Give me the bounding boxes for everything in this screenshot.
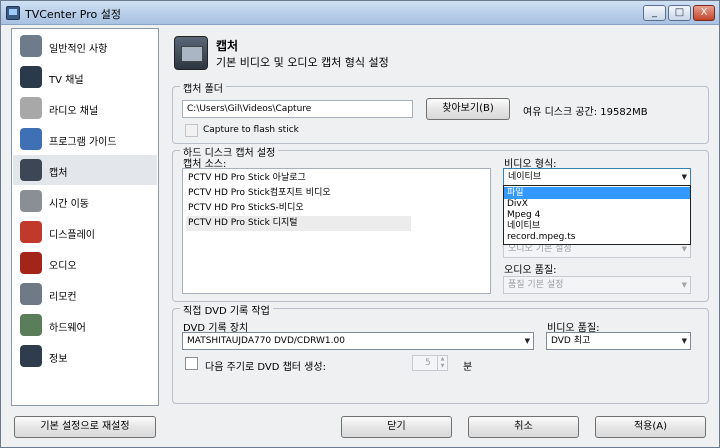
chapter-unit-label: 분 bbox=[463, 362, 473, 373]
sidebar-item-label: 라디오 채널 bbox=[49, 106, 99, 117]
free-disk-space: 여유 디스크 공간: 19582MB bbox=[523, 107, 648, 118]
sidebar-item-label: 리모컨 bbox=[49, 292, 77, 303]
timeshift-icon bbox=[20, 190, 42, 212]
list-item[interactable]: PCTV HD Pro Stick 디지털 bbox=[186, 216, 411, 231]
capture-icon bbox=[174, 36, 208, 70]
browse-button[interactable]: 찾아보기(B) bbox=[426, 98, 510, 120]
page-subtitle: 기본 비디오 및 오디오 캡처 형식 설정 bbox=[216, 56, 389, 69]
sidebar-item-audio[interactable]: 오디오 bbox=[13, 248, 157, 278]
sidebar-item-label: 하드웨어 bbox=[49, 323, 86, 334]
chapter-interval-value: 5 bbox=[425, 358, 431, 368]
dropdown-option[interactable]: record.mpeg.ts bbox=[504, 231, 690, 243]
sidebar-item-settings[interactable]: 일반적인 사항 bbox=[13, 31, 157, 61]
sidebar-item-guide[interactable]: 프로그램 가이드 bbox=[13, 124, 157, 154]
tv-icon bbox=[20, 66, 42, 88]
audio-quality-label: 오디오 품질: bbox=[504, 265, 557, 276]
close-button[interactable]: 닫기 bbox=[341, 416, 452, 438]
app-icon bbox=[6, 6, 20, 20]
sidebar-item-display[interactable]: 디스플레이 bbox=[13, 217, 157, 247]
hardware-icon bbox=[20, 314, 42, 336]
page-header: 캡처 기본 비디오 및 오디오 캡처 형식 설정 bbox=[172, 34, 709, 76]
video-quality-value: 오디오 기본 설정 bbox=[508, 244, 572, 254]
list-item[interactable]: PCTV HD Pro Stick 아날로그 bbox=[186, 171, 411, 186]
sidebar-item-radio[interactable]: 라디오 채널 bbox=[13, 93, 157, 123]
settings-icon bbox=[20, 35, 42, 57]
info-icon bbox=[20, 345, 42, 367]
sidebar-item-label: 프로그램 가이드 bbox=[49, 137, 117, 148]
sidebar-item-remote[interactable]: 리모컨 bbox=[13, 279, 157, 309]
sidebar-item-label: 시간 이동 bbox=[49, 199, 89, 210]
guide-icon bbox=[20, 128, 42, 150]
dvd-quality-select[interactable]: DVD 최고 ▼ bbox=[546, 332, 691, 350]
window-title: TVCenter Pro 설정 bbox=[25, 8, 121, 21]
capture-icon bbox=[20, 159, 42, 181]
close-window-button[interactable]: X bbox=[693, 5, 715, 21]
minimize-button[interactable]: _ bbox=[643, 5, 666, 21]
settings-sidebar: 일반적인 사항 TV 채널라디오 채널프로그램 가이드캡처시간 이동디스플레이오디… bbox=[11, 28, 159, 406]
sidebar-item-timeshift[interactable]: 시간 이동 bbox=[13, 186, 157, 216]
chevron-down-icon: ▼ bbox=[681, 337, 687, 345]
dvd-device-select[interactable]: MATSHITAUJDA770 DVD/CDRW1.00 ▼ bbox=[182, 332, 534, 350]
sidebar-item-label: 오디오 bbox=[49, 261, 77, 272]
apply-button[interactable]: 적용(A) bbox=[595, 416, 706, 438]
dvd-quality-value: DVD 최고 bbox=[551, 336, 591, 346]
dvd-burn-legend: 직접 DVD 기록 작업 bbox=[180, 302, 273, 317]
sidebar-item-label: TV 채널 bbox=[49, 75, 84, 86]
remote-icon bbox=[20, 283, 42, 305]
cancel-button[interactable]: 취소 bbox=[468, 416, 579, 438]
audio-quality-value: 품질 기본 설정 bbox=[508, 280, 564, 290]
sidebar-item-hardware[interactable]: 하드웨어 bbox=[13, 310, 157, 340]
sidebar-item-label: 캡처 bbox=[49, 168, 68, 179]
audio-icon bbox=[20, 252, 42, 274]
dvd-chapter-label: 다음 주기로 DVD 챕터 생성: bbox=[205, 362, 326, 373]
sidebar-item-info[interactable]: 정보 bbox=[13, 341, 157, 371]
maximize-button[interactable]: □ bbox=[668, 5, 691, 21]
audio-quality-select[interactable]: 품질 기본 설정 ▼ bbox=[503, 276, 691, 294]
video-format-select[interactable]: 네이티브 ▼ bbox=[503, 168, 691, 186]
sidebar-item-label: 디스플레이 bbox=[49, 230, 95, 241]
chapter-interval-stepper[interactable]: 5 ▲ ▼ bbox=[412, 355, 448, 371]
sidebar-item-label: 일반적인 사항 bbox=[49, 44, 108, 55]
page-title: 캡처 bbox=[216, 39, 239, 53]
dvd-chapter-checkbox[interactable] bbox=[185, 357, 198, 370]
chevron-down-icon: ▼ bbox=[524, 337, 530, 345]
capture-source-list[interactable]: PCTV HD Pro Stick 아날로그 PCTV HD Pro Stick컴… bbox=[182, 168, 491, 294]
title-bar[interactable]: TVCenter Pro 설정 _ □ X bbox=[1, 1, 719, 25]
list-item[interactable]: PCTV HD Pro Stick컴포지트 비디오 bbox=[186, 186, 411, 201]
video-format-value: 네이티브 bbox=[508, 172, 542, 182]
flash-stick-label: Capture to flash stick bbox=[203, 125, 299, 135]
dvd-device-value: MATSHITAUJDA770 DVD/CDRW1.00 bbox=[187, 336, 345, 346]
capture-folder-legend: 캡처 폴더 bbox=[180, 80, 226, 95]
sidebar-item-tv[interactable]: TV 채널 bbox=[13, 62, 157, 92]
reset-defaults-button[interactable]: 기본 설정으로 재설정 bbox=[14, 416, 156, 438]
sidebar-item-capture[interactable]: 캡처 bbox=[13, 155, 157, 185]
list-item[interactable]: PCTV HD Pro StickS-비디오 bbox=[186, 201, 411, 216]
sidebar-item-label: 정보 bbox=[49, 354, 68, 365]
chevron-down-icon: ▼ bbox=[681, 281, 687, 289]
capture-folder-path-field[interactable]: C:\Users\Gil\Videos\Capture bbox=[182, 100, 413, 118]
display-icon bbox=[20, 221, 42, 243]
chevron-down-icon: ▼ bbox=[681, 173, 687, 181]
flash-stick-checkbox[interactable] bbox=[185, 124, 198, 137]
radio-icon bbox=[20, 97, 42, 119]
video-format-dropdown[interactable]: 파일 DivX Mpeg 4 네이티브 record.mpeg.ts bbox=[503, 185, 691, 245]
settings-window: TVCenter Pro 설정 _ □ X 일반적인 사항 TV 채널라디오 채널… bbox=[0, 0, 720, 448]
stepper-up-icon[interactable]: ▲ bbox=[437, 356, 447, 363]
stepper-down-icon[interactable]: ▼ bbox=[437, 363, 447, 370]
